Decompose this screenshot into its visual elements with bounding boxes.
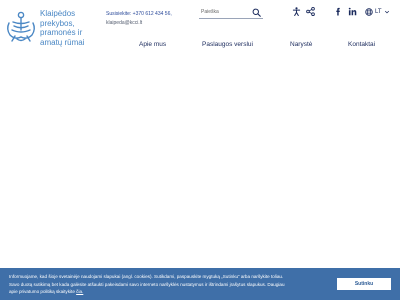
- nav-item-kontaktai[interactable]: Kontaktai: [348, 41, 375, 48]
- contact-info: Susisiekite: +370 612 434 56, klaipeda@k…: [106, 10, 172, 28]
- chevron-down-icon: [384, 10, 389, 14]
- search-icon[interactable]: [252, 8, 261, 17]
- contact-email[interactable]: klaipeda@kcci.lt: [106, 19, 172, 28]
- facebook-icon[interactable]: [334, 7, 343, 16]
- privacy-policy-link[interactable]: čia.: [76, 289, 83, 294]
- language-label: LT: [375, 9, 382, 15]
- accept-cookies-button[interactable]: Sutinku: [337, 278, 391, 290]
- brand-line: prekybos,: [40, 18, 75, 28]
- cookie-text-prefix: apie privatumo politiką skaitykite: [9, 289, 77, 295]
- brand-name[interactable]: Klaipėdos prekybos, pramonės ir amatų rū…: [40, 9, 100, 47]
- cookie-text-line: Savo duotą sutikimą bet kada galėsite at…: [9, 281, 285, 287]
- nav-item-paslaugos-verslui[interactable]: Paslaugos verslui: [202, 41, 253, 48]
- logo-icon[interactable]: [4, 9, 38, 43]
- language-selector[interactable]: LT: [365, 7, 390, 17]
- nav-item-apie-mus[interactable]: Apie mus: [139, 41, 166, 48]
- contact-phone[interactable]: Susisiekite: +370 612 434 56,: [106, 10, 172, 19]
- brand-line: Klaipėdos: [40, 9, 76, 18]
- globe-icon: [365, 8, 373, 16]
- share-icon[interactable]: [306, 7, 315, 16]
- search-input[interactable]: [201, 7, 249, 17]
- brand-line: pramonės ir: [40, 28, 83, 38]
- search-box: [199, 6, 263, 19]
- cookie-text-line: Informuojame, kad šioje svetainėje naudo…: [9, 274, 284, 279]
- cookie-message: Informuojame, kad šioje svetainėje naudo…: [9, 273, 334, 296]
- nav-item-naryste[interactable]: Narystė: [290, 41, 312, 48]
- cookie-text-line: apie privatumo politiką skaitykite čia.: [9, 288, 334, 296]
- linkedin-icon[interactable]: [348, 7, 357, 16]
- brand-line: amatų rūmai: [40, 37, 85, 47]
- accessibility-icon[interactable]: [292, 7, 301, 16]
